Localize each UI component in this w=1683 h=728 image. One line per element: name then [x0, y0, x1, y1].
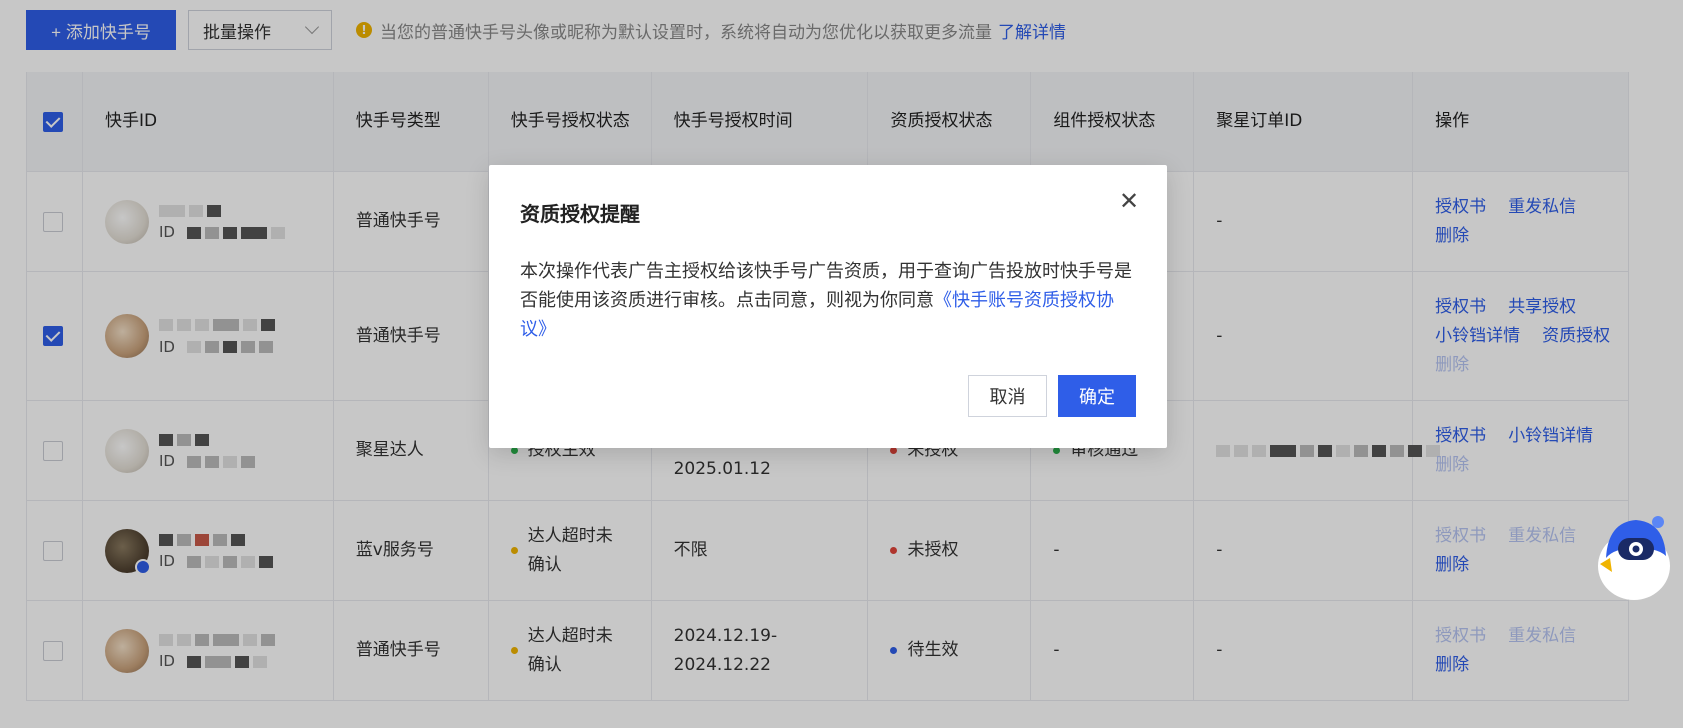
page: + 添加快手号 批量操作 ! 当您的普通快手号头像或昵称为默认设置时，系统将自动…: [0, 0, 1683, 728]
qualification-auth-dialog: 资质授权提醒 ✕ 本次操作代表广告主授权给该快手号广告资质，用于查询广告投放时快…: [489, 165, 1167, 448]
confirm-button[interactable]: 确定: [1058, 375, 1136, 417]
cancel-button[interactable]: 取消: [968, 375, 1047, 417]
dialog-body: 本次操作代表广告主授权给该快手号广告资质，用于查询广告投放时快手号是否能使用该资…: [520, 257, 1140, 344]
dialog-title: 资质授权提醒: [520, 202, 640, 226]
close-icon[interactable]: ✕: [1117, 187, 1141, 215]
dialog-footer: 取消 确定: [968, 375, 1136, 417]
assistant-robot-icon[interactable]: [1596, 508, 1672, 604]
